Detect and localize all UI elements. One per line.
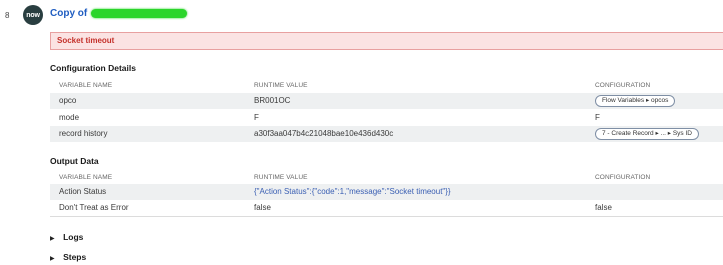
table-row: mode F F xyxy=(50,110,723,126)
runtime-value: BR001OC xyxy=(254,96,291,105)
table-row: record history a30f3aa047b4c21048bae10e4… xyxy=(50,126,723,142)
steps-toggle[interactable]: ▶ Steps xyxy=(50,247,86,265)
configuration-heading: Configuration Details xyxy=(50,63,136,73)
configuration-value: false xyxy=(595,203,612,212)
table-row: Action Status {"Action Status":{"code":1… xyxy=(50,184,723,200)
configuration-pill[interactable]: 7 - Create Record ▸ ... ▸ Sys ID xyxy=(595,128,699,140)
configuration-value: F xyxy=(595,113,600,122)
error-banner: Socket timeout xyxy=(50,32,723,50)
runtime-value: F xyxy=(254,113,259,122)
caret-right-icon: ▶ xyxy=(50,256,55,262)
divider xyxy=(50,216,723,217)
variable-name: mode xyxy=(59,113,80,122)
variable-name: record history xyxy=(59,129,108,138)
logs-toggle[interactable]: ▶ Logs xyxy=(50,227,83,245)
logs-label: Logs xyxy=(63,232,84,242)
variable-name: opco xyxy=(59,96,77,105)
step-title[interactable]: Copy of xyxy=(50,8,188,19)
runtime-value: {"Action Status":{"code":1,"message":"So… xyxy=(254,187,451,196)
output-col-variable-name: VARIABLE NAME xyxy=(59,174,113,181)
variable-name: Action Status xyxy=(59,187,107,196)
table-row: Don't Treat as Error false false xyxy=(50,200,723,216)
config-col-configuration: CONFIGURATION xyxy=(595,82,651,89)
servicenow-logo-icon: now xyxy=(23,5,43,25)
configuration-pill[interactable]: Flow Variables ▸ opcos xyxy=(595,95,676,107)
table-row: opco BR001OC Flow Variables ▸ opcos xyxy=(50,93,723,109)
steps-label: Steps xyxy=(63,252,87,262)
output-col-configuration: CONFIGURATION xyxy=(595,174,651,181)
output-heading: Output Data xyxy=(50,156,99,166)
output-col-runtime-value: RUNTIME VALUE xyxy=(254,174,308,181)
config-col-variable-name: VARIABLE NAME xyxy=(59,82,113,89)
variable-name: Don't Treat as Error xyxy=(59,203,129,212)
caret-right-icon: ▶ xyxy=(50,236,55,242)
redaction-mark xyxy=(91,8,188,18)
runtime-value: false xyxy=(254,203,271,212)
runtime-value: a30f3aa047b4c21048bae10e436d430c xyxy=(254,129,394,138)
config-col-runtime-value: RUNTIME VALUE xyxy=(254,82,308,89)
step-number: 8 xyxy=(5,11,10,20)
step-title-text: Copy of xyxy=(50,8,88,19)
